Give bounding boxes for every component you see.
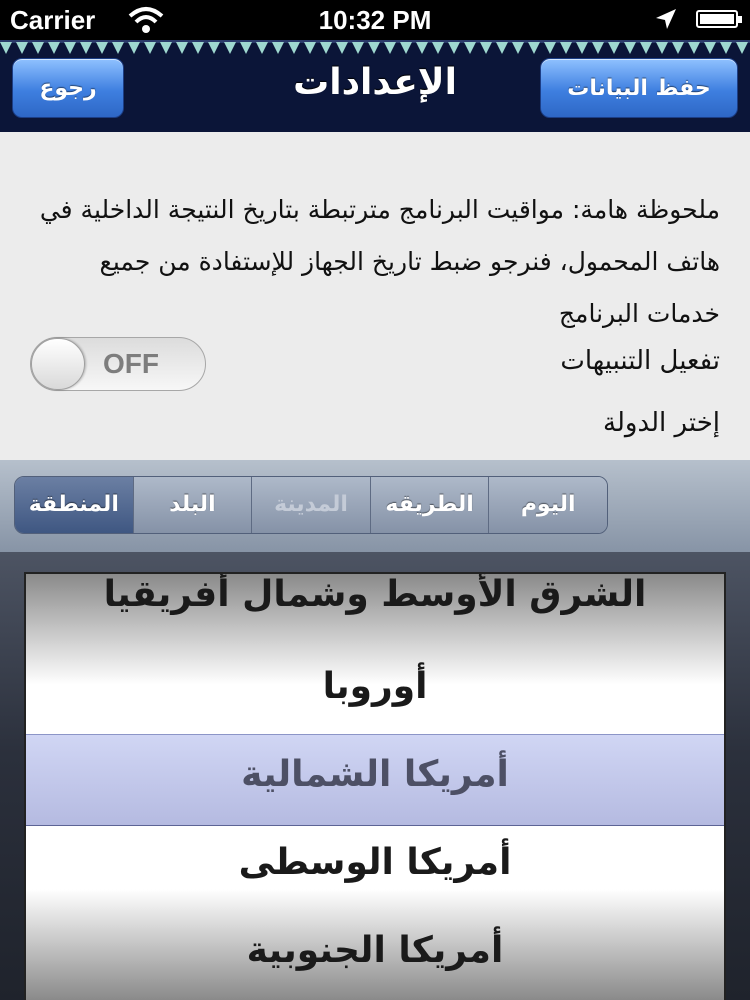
clock: 10:32 PM <box>318 5 432 35</box>
bunting-decoration <box>0 40 750 54</box>
picker-row[interactable]: الشرق الأوسط وشمال أفريقيا <box>26 574 724 615</box>
picker-row[interactable]: أمريكا الوسطى <box>26 842 724 883</box>
important-note: ملحوظة هامة: مواقيت البرنامج مترتبطة بتا… <box>39 195 720 328</box>
picker-row-selected[interactable]: أمريكا الشمالية <box>26 754 724 795</box>
picker-row[interactable]: أمريكا الجنوبية <box>26 930 724 971</box>
segment-city[interactable]: المدينة <box>251 477 370 533</box>
segment-day[interactable]: اليوم <box>488 477 607 533</box>
toggle-knob[interactable] <box>31 338 85 390</box>
alerts-toggle[interactable]: OFF <box>30 337 206 391</box>
picker-row[interactable]: أوروبا <box>26 666 724 707</box>
region-picker-wheel[interactable]: الشرق الأوسط وشمال أفريقيا أوروبا أمريكا… <box>24 572 726 1000</box>
picker-area: الشرق الأوسط وشمال أفريقيا أوروبا أمريكا… <box>0 552 750 1000</box>
save-data-button[interactable]: حفظ البيانات <box>540 58 738 118</box>
status-bar: Carrier 10:32 PM <box>0 0 750 40</box>
toggle-state-label: OFF <box>103 348 159 379</box>
segmented-control: المنطقة البلد المدينة الطريقه اليوم <box>14 476 608 534</box>
alerts-label: تفعيل التنبيهات <box>560 346 720 376</box>
navigation-bar: رجوع الإعدادات حفظ البيانات <box>0 40 750 132</box>
segment-country[interactable]: البلد <box>132 477 252 533</box>
country-label: إختر الدولة <box>603 408 720 438</box>
settings-panel: ملحوظة هامة: مواقيت البرنامج مترتبطة بتا… <box>0 132 750 461</box>
segment-region[interactable]: المنطقة <box>15 477 133 533</box>
location-arrow-icon <box>656 9 676 29</box>
segment-method[interactable]: الطريقه <box>369 477 489 533</box>
battery-icon <box>696 10 742 28</box>
picker-toolbar: المنطقة البلد المدينة الطريقه اليوم <box>0 460 750 553</box>
